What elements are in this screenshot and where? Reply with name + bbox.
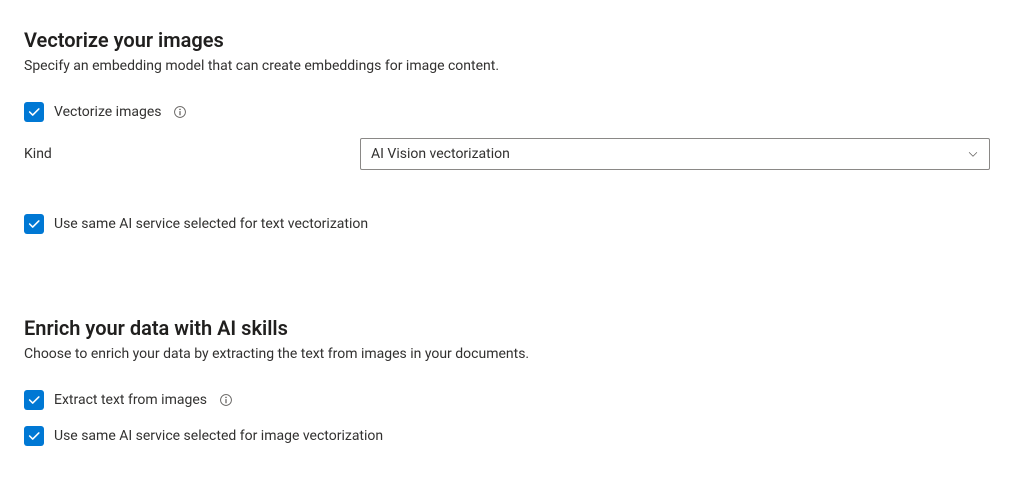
enrich-description: Choose to enrich your data by extracting…	[24, 346, 1000, 362]
chevron-down-icon	[967, 148, 979, 160]
check-icon	[27, 105, 41, 119]
enrich-title: Enrich your data with AI skills	[24, 316, 1000, 340]
check-icon	[27, 217, 41, 231]
vectorize-description: Specify an embedding model that can crea…	[24, 58, 1000, 74]
extract-text-label: Extract text from images	[54, 392, 207, 408]
info-icon[interactable]	[219, 393, 233, 407]
use-same-ai-image-checkbox[interactable]	[24, 426, 44, 446]
check-icon	[27, 393, 41, 407]
use-same-ai-text-label: Use same AI service selected for text ve…	[54, 216, 368, 232]
kind-select-value: AI Vision vectorization	[371, 146, 510, 162]
extract-text-checkbox[interactable]	[24, 390, 44, 410]
info-icon[interactable]	[173, 105, 187, 119]
vectorize-title: Vectorize your images	[24, 28, 1000, 52]
use-same-ai-image-label: Use same AI service selected for image v…	[54, 428, 383, 444]
kind-select[interactable]: AI Vision vectorization	[360, 138, 990, 170]
kind-label: Kind	[24, 146, 360, 162]
check-icon	[27, 429, 41, 443]
use-same-ai-text-checkbox[interactable]	[24, 214, 44, 234]
vectorize-images-checkbox[interactable]	[24, 102, 44, 122]
vectorize-images-label: Vectorize images	[54, 104, 161, 120]
